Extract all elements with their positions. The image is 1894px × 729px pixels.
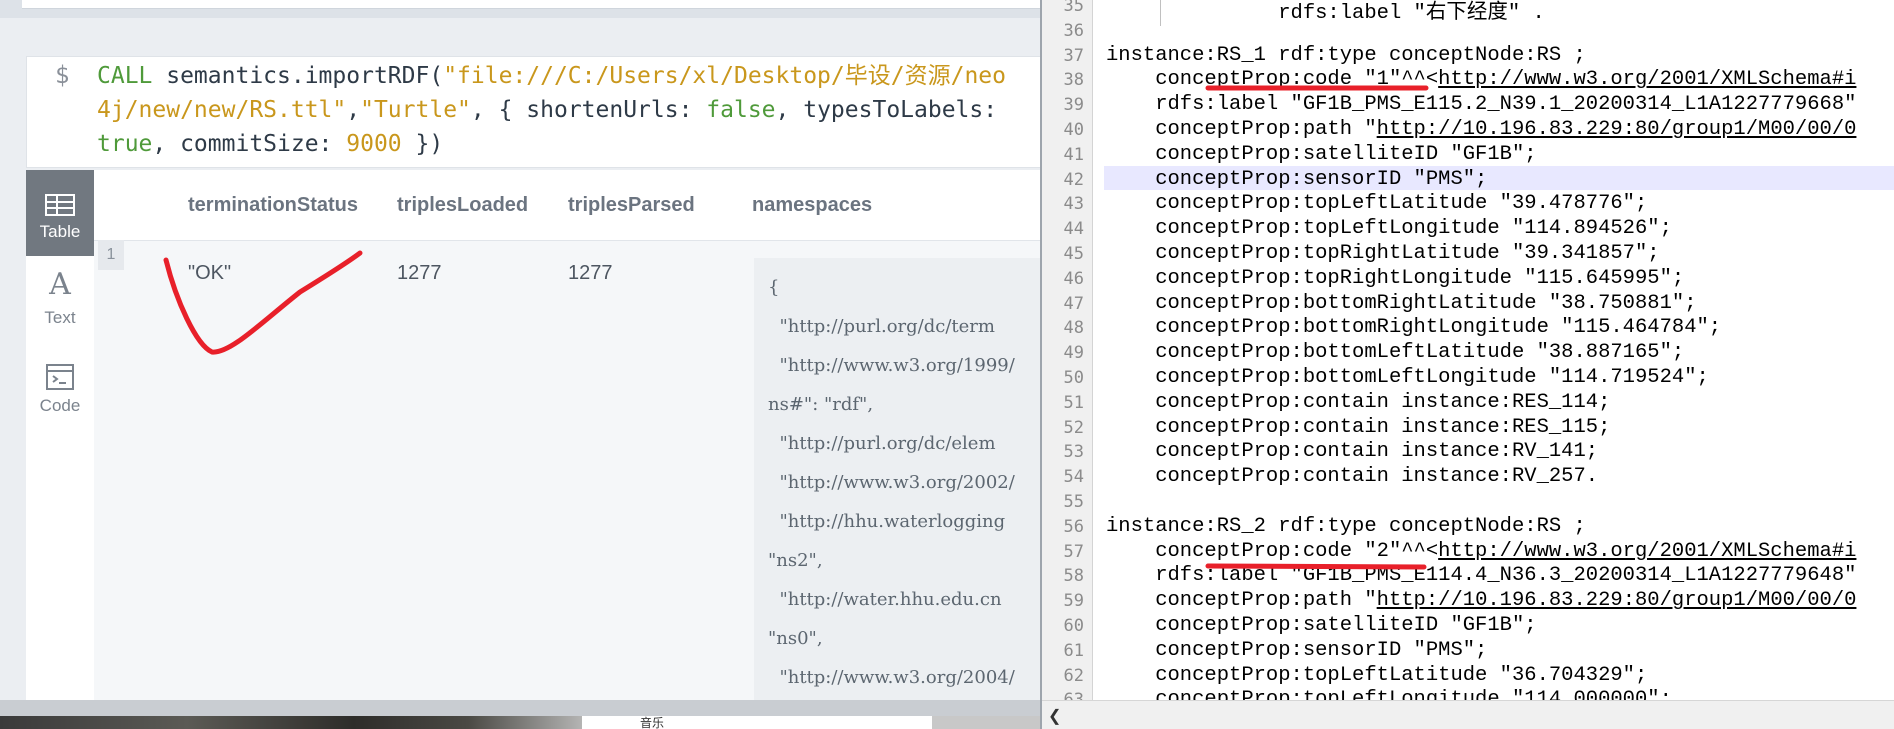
chevron-left-icon[interactable]: ❮ <box>1048 706 1061 726</box>
query-shortenurls-value: false <box>706 97 776 123</box>
query-function: semantics.importRDF( <box>152 63 444 89</box>
code-line: instance:RS_1 rdf:type conceptNode:RS ; <box>1106 43 1586 67</box>
line-number: 60 <box>1063 616 1084 636</box>
previous-frame-strip <box>0 0 1040 18</box>
code-view-tab[interactable]: Code <box>26 344 94 430</box>
termination-status-cell: "OK" <box>188 262 232 284</box>
code-line: conceptProp:satelliteID "GF1B"; <box>1106 614 1537 637</box>
line-number: 39 <box>1063 95 1084 116</box>
line-number: 56 <box>1063 516 1084 537</box>
code-line: conceptProp:contain instance:RV_257. <box>1106 465 1599 489</box>
taskbar-label[interactable]: 音乐 <box>640 717 664 729</box>
namespaces-json: { "http://purl.org/dc/term "http://www.w… <box>768 277 1015 688</box>
table-view-label: Table <box>39 222 81 241</box>
line-number: 48 <box>1063 318 1084 339</box>
url-link[interactable]: http://10.196.83.229:80/group1/M00/00/0 <box>1377 118 1857 141</box>
code-line: conceptProp:topLeftLatitude "39.478776"; <box>1106 192 1648 216</box>
line-number: 53 <box>1063 442 1084 463</box>
code-line: conceptProp:contain instance:RES_114; <box>1106 390 1611 414</box>
line-number: 41 <box>1063 144 1084 165</box>
result-view-sidebar: Table A Text Code <box>26 170 95 729</box>
code-line: conceptProp:topLeftLatitude "36.704329"; <box>1106 663 1648 687</box>
text-view-tab[interactable]: A Text <box>26 256 94 342</box>
code-line: instance:RS_2 rdf:type conceptNode:RS ; <box>1106 514 1586 538</box>
url-link[interactable]: http://www.w3.org/2001/XMLSchema#i <box>1438 540 1856 563</box>
code-icon <box>26 344 94 390</box>
line-number: 50 <box>1063 368 1084 388</box>
code-line: conceptProp:bottomRightLongitude "115.46… <box>1106 316 1722 340</box>
line-number: 62 <box>1063 665 1084 686</box>
code-line: conceptProp:bottomLeftLatitude "38.88716… <box>1106 341 1685 365</box>
triples-parsed-cell: 1277 <box>568 262 613 284</box>
line-number: 37 <box>1063 45 1084 66</box>
query-format-arg: "Turtle" <box>360 97 471 123</box>
line-number: 44 <box>1063 219 1084 240</box>
horizontal-scrollbar[interactable]: ❮ <box>1042 700 1894 729</box>
taskbar-window <box>582 716 932 729</box>
query-typestolabels-value: true <box>97 131 153 157</box>
code-line: conceptProp:topLeftLongitude "114.894526… <box>1106 217 1672 241</box>
line-number: 58 <box>1063 566 1084 587</box>
code-line: conceptProp:contain instance:RV_141; <box>1106 440 1599 464</box>
code-line: conceptProp:bottomRightLatitude "38.7508… <box>1106 291 1697 315</box>
text-view-label: Text <box>44 308 76 327</box>
query-commitsize-value: 9000 <box>346 131 402 157</box>
code-line: conceptProp:topRightLongitude "115.64599… <box>1106 266 1685 290</box>
line-number: 42 <box>1063 169 1084 190</box>
row-index: 1 <box>98 240 124 270</box>
line-number: 52 <box>1063 417 1084 438</box>
column-header[interactable]: terminationStatus <box>188 194 358 217</box>
triples-loaded-cell: 1277 <box>397 262 442 284</box>
url-link[interactable]: http://www.w3.org/2001/XMLSchema#i <box>1438 68 1856 91</box>
line-number: 59 <box>1063 591 1084 612</box>
code-line: conceptProp:path "http://10.196.83.229:8… <box>1106 118 1857 141</box>
text-icon: A <box>49 267 71 302</box>
line-number: 47 <box>1063 293 1084 314</box>
query-editor[interactable]: $ CALL semantics.importRDF("file:///C:/U… <box>26 56 1040 168</box>
horizontal-scrollbar[interactable] <box>0 700 1040 716</box>
query-keyword: CALL <box>97 63 153 89</box>
line-number: 51 <box>1063 392 1084 413</box>
line-number-gutter: 35 36 37 38 39 40 41 42 43 44 45 46 47 48 49 50 51 52 53 54… <box>1042 0 1093 710</box>
code-line: conceptProp:path "http://10.196.83.229:8… <box>1106 589 1857 613</box>
code-line: rdfs:label "GF1B_PMS_E114.4_N36.3_202003… <box>1106 564 1857 588</box>
line-number: 40 <box>1063 120 1084 140</box>
line-number: 57 <box>1063 541 1084 562</box>
code-line: conceptProp:sensorID "PMS"; <box>1106 638 1488 662</box>
code-line: conceptProp:bottomLeftLongitude "114.719… <box>1106 366 1709 389</box>
table-header: terminationStatus triplesLoaded triplesP… <box>94 170 1040 241</box>
table-icon <box>26 170 94 216</box>
query-prompt: $ <box>55 61 70 89</box>
code-line: conceptProp:satelliteID "GF1B"; <box>1106 142 1537 166</box>
column-header[interactable]: triplesLoaded <box>397 194 528 217</box>
code-line: conceptProp:code "1"^^<http://www.w3.org… <box>1106 68 1857 92</box>
table-view-tab[interactable]: Table <box>26 170 94 256</box>
url-link[interactable]: http://10.196.83.229:80/group1/M00/00/0 <box>1377 589 1857 612</box>
line-number: 54 <box>1063 467 1084 488</box>
namespaces-cell: { "http://purl.org/dc/term "http://www.w… <box>754 258 1040 729</box>
code-line: rdfs:label "右下经度" . <box>1106 2 1545 25</box>
code-line: conceptProp:code "2"^^<http://www.w3.org… <box>1106 539 1857 563</box>
line-number: 49 <box>1063 343 1084 364</box>
code-line: conceptProp:topRightLatitude "39.341857"… <box>1106 242 1660 265</box>
line-number: 46 <box>1063 268 1084 289</box>
line-number: 35 <box>1063 0 1084 16</box>
line-number: 61 <box>1063 640 1084 661</box>
line-number: 55 <box>1063 492 1084 512</box>
neo4j-browser-pane: $ CALL semantics.importRDF("file:///C:/U… <box>0 0 1040 729</box>
results-table: terminationStatus triplesLoaded triplesP… <box>94 170 1040 729</box>
line-number: 45 <box>1063 244 1084 264</box>
code-view-label: Code <box>39 396 81 415</box>
line-number: 36 <box>1063 20 1084 41</box>
code-line: conceptProp:contain instance:RES_115; <box>1106 415 1611 439</box>
line-number: 38 <box>1063 70 1084 91</box>
line-number: 43 <box>1063 194 1084 215</box>
text-editor-pane: 35 36 37 38 39 40 41 42 43 44 45 46 47 48 49 50 51 52 53 54… <box>1040 0 1894 729</box>
code-line: rdfs:label "GF1B_PMS_E115.2_N39.1_202003… <box>1106 93 1857 117</box>
query-text[interactable]: CALL semantics.importRDF("file:///C:/Use… <box>97 59 1017 161</box>
column-header[interactable]: namespaces <box>752 194 872 217</box>
code-line: conceptProp:sensorID "PMS"; <box>1106 167 1488 191</box>
column-header[interactable]: triplesParsed <box>568 194 695 217</box>
